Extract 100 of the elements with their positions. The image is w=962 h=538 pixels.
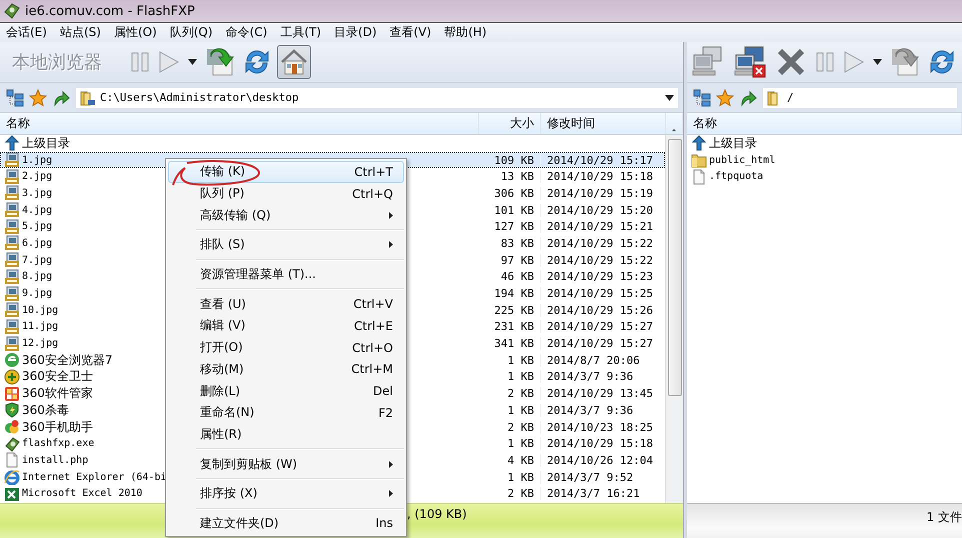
- menu-item[interactable]: 帮助(H): [438, 24, 494, 41]
- menu-item[interactable]: 查看(V): [384, 24, 438, 41]
- menu-item[interactable]: 重命名(N) F2: [168, 402, 404, 424]
- menu-item[interactable]: 建立文件夹(D) Ins: [168, 512, 404, 534]
- column-heading[interactable]: 名称: [0, 113, 479, 134]
- file-size: 1 KB: [506, 354, 535, 367]
- menu-item[interactable]: 删除(L) Del: [168, 380, 404, 402]
- plus-circle-icon: [4, 368, 20, 385]
- file-name[interactable]: 5.jpg: [22, 221, 52, 232]
- file-name[interactable]: 360安全浏览器7: [22, 352, 113, 369]
- menu-item[interactable]: 会话(E): [0, 24, 54, 41]
- transfer-icon: [890, 47, 920, 77]
- file-name[interactable]: 3.jpg: [22, 188, 52, 199]
- file-name[interactable]: 1.jpg: [22, 154, 52, 166]
- image-file-icon: [4, 235, 20, 252]
- file-size: 231 KB: [493, 320, 535, 334]
- file-size: 1 KB: [506, 370, 535, 384]
- home-icon: [279, 47, 309, 77]
- file-name[interactable]: public_html: [709, 154, 776, 166]
- menu-item[interactable]: 排队 (S): [168, 234, 404, 256]
- tree-view-icon[interactable]: [6, 88, 24, 106]
- image-file-icon: [4, 252, 20, 268]
- file-name[interactable]: 7.jpg: [22, 254, 52, 266]
- file-size: 1 KB: [506, 404, 535, 417]
- file-name[interactable]: .ftpquota: [709, 171, 764, 182]
- file-size: 109 KB: [493, 154, 535, 167]
- file-name[interactable]: 11.jpg: [22, 321, 58, 332]
- star-icon[interactable]: [29, 88, 47, 106]
- menu-item[interactable]: 资源管理器菜单 (T)...: [168, 264, 404, 286]
- menu-item[interactable]: 排序按 (X): [168, 482, 404, 505]
- file-name[interactable]: 10.jpg: [22, 304, 58, 316]
- path-field[interactable]: C:\Users\Administrator\desktop: [75, 86, 679, 108]
- shield-icon: [4, 402, 20, 418]
- scroll-up-icon[interactable]: [672, 128, 676, 132]
- menu-item[interactable]: 属性(O): [108, 24, 164, 41]
- toolbar-button[interactable]: [186, 57, 199, 67]
- disconnect-icon: [733, 45, 767, 79]
- file-name[interactable]: 360软件管家: [22, 385, 93, 402]
- caret-icon: [873, 59, 882, 65]
- spreadsheet-icon: [4, 486, 20, 502]
- menu-item[interactable]: 属性(R): [168, 424, 404, 446]
- submenu-arrow-icon: [389, 460, 393, 468]
- file-name[interactable]: 上级目录: [709, 135, 757, 152]
- image-file-icon: [4, 168, 20, 185]
- column-heading[interactable]: 大小: [479, 113, 541, 134]
- column-heading[interactable]: 名称: [687, 113, 962, 134]
- tree-view-icon[interactable]: [693, 88, 711, 106]
- file-name[interactable]: Internet Explorer (64-bi: [22, 472, 166, 483]
- path-field[interactable]: /: [762, 86, 958, 108]
- phone-app-icon: [4, 419, 20, 436]
- menu-item[interactable]: 队列(Q): [164, 24, 220, 41]
- file-name[interactable]: 2.jpg: [22, 171, 52, 182]
- menu-item[interactable]: 复制到剪贴板 (W): [168, 453, 404, 475]
- file-name[interactable]: install.php: [22, 454, 88, 466]
- pause-icon: [130, 51, 150, 73]
- file-name[interactable]: 上级目录: [22, 135, 70, 152]
- file-name[interactable]: 4.jpg: [22, 204, 52, 216]
- status-text: 1 文件: [926, 509, 962, 526]
- file-name[interactable]: 360杀毒: [22, 402, 69, 419]
- play-icon: [843, 50, 865, 74]
- play-icon: [158, 50, 180, 74]
- menu-item[interactable]: 高级传输 (Q): [168, 204, 404, 226]
- browser-icon: [4, 352, 20, 368]
- status-text: , (109 KB): [407, 507, 467, 521]
- menu-item[interactable]: 移动(M) Ctrl+M: [168, 358, 404, 380]
- menu-item[interactable]: 查看 (U) Ctrl+V: [168, 293, 404, 316]
- menu-item[interactable]: 工具(T): [274, 24, 328, 41]
- menu-item[interactable]: 传输 (K) Ctrl+T: [168, 161, 404, 183]
- star-icon[interactable]: [716, 88, 734, 106]
- file-name[interactable]: flashfxp.exe: [22, 438, 94, 450]
- file-size: 13 KB: [500, 170, 535, 184]
- menu-item[interactable]: 队列 (P) Ctrl+Q: [168, 182, 404, 204]
- close-icon: [775, 46, 807, 78]
- file-size: 194 KB: [493, 287, 535, 300]
- file-name[interactable]: 360安全卫士: [22, 368, 93, 386]
- file-name[interactable]: Microsoft Excel 2010: [22, 488, 142, 500]
- file-size: 225 KB: [493, 304, 535, 317]
- menu-item[interactable]: 站点(S): [54, 24, 108, 41]
- refresh-icon: [243, 48, 271, 76]
- column-heading[interactable]: 修改时间: [541, 113, 666, 134]
- file-name[interactable]: 360手机助手: [22, 418, 93, 436]
- file-name[interactable]: 6.jpg: [22, 238, 52, 249]
- menu-item[interactable]: 打开(O) Ctrl+O: [168, 336, 404, 358]
- scrollbar[interactable]: [665, 135, 683, 503]
- file-name[interactable]: 9.jpg: [22, 288, 52, 300]
- file-name[interactable]: 8.jpg: [22, 271, 52, 282]
- toolbar-button[interactable]: [871, 57, 884, 67]
- pane-label: 本地浏览器: [12, 51, 102, 74]
- file-icon: [4, 452, 20, 468]
- dropdown-caret-icon[interactable]: [665, 94, 674, 100]
- menu-item[interactable]: 编辑 (V) Ctrl+E: [168, 315, 404, 337]
- image-file-icon: [4, 302, 20, 318]
- file-size: 101 KB: [493, 204, 535, 217]
- menu-item[interactable]: 目录(D): [328, 24, 384, 41]
- pause-icon: [815, 51, 835, 73]
- browser-icon: [4, 469, 20, 486]
- image-file-icon: [4, 268, 20, 285]
- file-name[interactable]: 12.jpg: [22, 338, 58, 350]
- menu-item[interactable]: 命令(C): [220, 24, 274, 41]
- submenu-arrow-icon: [389, 490, 393, 498]
